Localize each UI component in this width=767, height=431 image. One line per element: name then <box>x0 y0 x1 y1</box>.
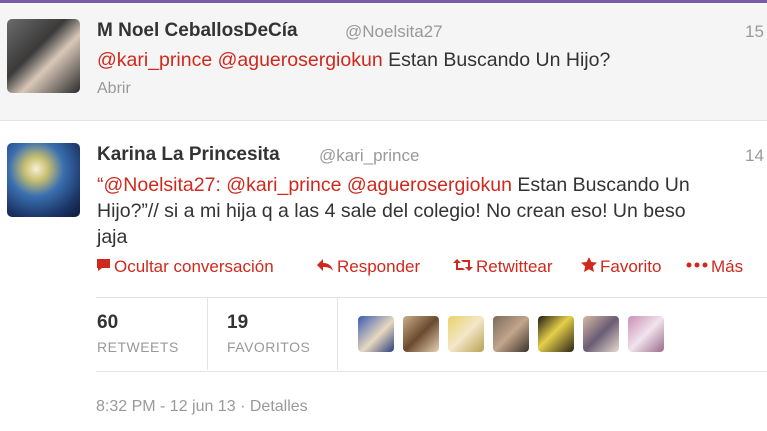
mention-link[interactable]: @kari_prince <box>97 49 212 71</box>
reply-label: Responder <box>337 257 421 276</box>
user-handle[interactable]: @kari_prince <box>319 146 419 166</box>
retweets-label[interactable]: RETWEETS <box>97 339 179 355</box>
favorite-button[interactable]: Favorito <box>581 257 661 277</box>
star-icon <box>581 257 597 277</box>
mention-link[interactable]: @Noelsita27 <box>104 174 216 196</box>
tweet-time[interactable]: 14 <box>745 146 764 166</box>
hide-conversation-button[interactable]: Ocultar conversación <box>96 257 274 277</box>
avatar[interactable] <box>7 19 80 93</box>
retweet-label: Retwittear <box>476 257 553 276</box>
user-name[interactable]: Karina La Princesita <box>97 144 280 166</box>
tweet-text-line2: Hijo?”// si a mi hija q a las 4 sale del… <box>97 200 686 222</box>
favoriter-avatar[interactable] <box>358 316 394 352</box>
retweets-count[interactable]: 60 <box>97 312 118 334</box>
open-link[interactable]: Abrir <box>97 80 131 98</box>
stats-separator <box>207 298 208 370</box>
favoriter-avatar[interactable] <box>493 316 529 352</box>
tweet-timestamp-footer[interactable]: 8:32 PM - 12 jun 13 · Detalles <box>96 398 308 416</box>
tweet-text-rest: Estan Buscando Un Hijo? <box>382 49 611 71</box>
quote-colon: : <box>215 174 227 196</box>
avatar[interactable] <box>7 143 80 217</box>
mention-link[interactable]: @aguerosergiokun <box>218 49 383 71</box>
retweet-icon <box>453 257 473 277</box>
mention-link[interactable]: @aguerosergiokun <box>347 174 512 196</box>
reply-arrow-icon <box>316 257 334 277</box>
tweet-text-line1: “@Noelsita27: @kari_prince @aguerosergio… <box>97 172 690 198</box>
user-name[interactable]: M Noel CeballosDeCía <box>97 20 298 42</box>
comment-icon <box>96 257 111 277</box>
more-button[interactable]: Más <box>686 257 743 277</box>
tweet-text-line3: jaja <box>97 226 128 248</box>
favorites-label[interactable]: FAVORITOS <box>227 339 310 355</box>
favorite-label: Favorito <box>600 257 662 276</box>
user-handle[interactable]: @Noelsita27 <box>345 22 443 42</box>
favoriter-avatar[interactable] <box>538 316 574 352</box>
divider <box>96 371 767 372</box>
stats-separator <box>337 298 338 370</box>
divider <box>96 297 767 298</box>
hide-conversation-label: Ocultar conversación <box>114 257 274 276</box>
favoriter-avatar[interactable] <box>403 316 439 352</box>
tweet-text-rest: Estan Buscando Un <box>511 174 690 196</box>
favoriter-avatar[interactable] <box>628 316 664 352</box>
more-label: Más <box>711 257 744 276</box>
favorites-count[interactable]: 19 <box>227 312 248 334</box>
reply-button[interactable]: Responder <box>316 257 420 277</box>
favoriter-avatar[interactable] <box>448 316 484 352</box>
tweet-time[interactable]: 15 <box>745 22 764 42</box>
more-dots-icon <box>686 257 708 277</box>
retweet-button[interactable]: Retwittear <box>453 257 553 277</box>
mention-link[interactable]: @kari_prince <box>226 174 341 196</box>
tweet-text: @kari_prince @aguerosergiokun Estan Busc… <box>97 47 610 73</box>
favoriter-avatar[interactable] <box>583 316 619 352</box>
